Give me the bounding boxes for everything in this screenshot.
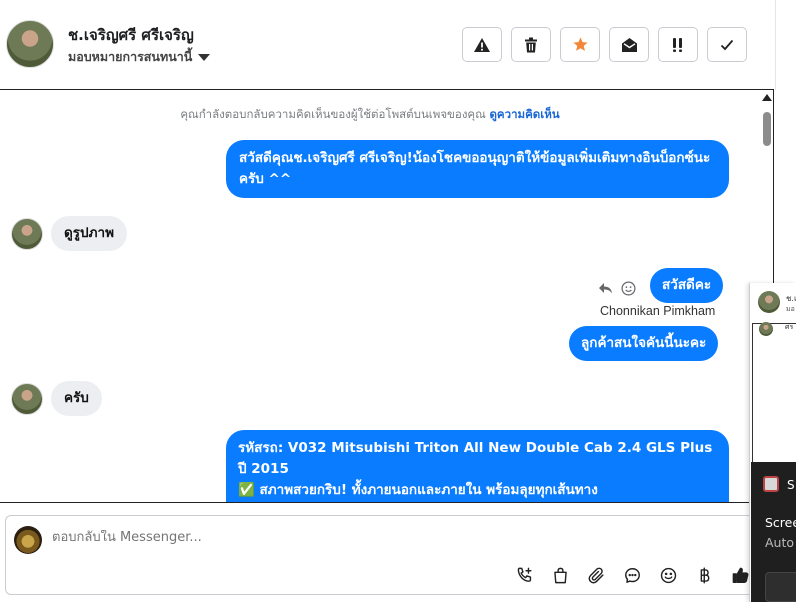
- notification-subtext: Auto: [765, 535, 795, 550]
- report-spam-button[interactable]: [462, 27, 502, 62]
- phone-add-icon[interactable]: [512, 563, 536, 587]
- notification-text: Scree: [765, 515, 796, 530]
- message-thread[interactable]: คุณกำลังตอบกลับความคิดเห็นของผู้ใช้ต่อโพ…: [0, 89, 774, 503]
- scroll-up-arrow-icon[interactable]: [762, 94, 772, 101]
- message-line: รหัสรถ: V032 Mitsubishi Triton All New D…: [238, 440, 713, 477]
- app-icon: [763, 476, 779, 492]
- baht-icon[interactable]: [692, 563, 716, 587]
- outgoing-message[interactable]: ลูกค้าสนใจคันนี้นะคะ: [569, 326, 719, 361]
- conversation-header: ช.เจริญศรี ศรีเจริญ มอบหมายการสนทนานี้: [0, 0, 776, 90]
- outgoing-message[interactable]: สวัสดีคุณช.เจริญศรี ศรีเจริญ!น้องโชคขออน…: [226, 140, 729, 198]
- customer-avatar[interactable]: [11, 218, 43, 250]
- mark-unread-button[interactable]: [609, 27, 649, 62]
- reply-composer: [5, 515, 760, 595]
- mark-done-button[interactable]: [707, 27, 747, 62]
- reply-icon[interactable]: [598, 281, 613, 300]
- secondary-subtitle: มอ: [786, 305, 795, 313]
- star-icon: [572, 37, 588, 51]
- page-avatar: [14, 526, 42, 554]
- outgoing-message[interactable]: สวัสดีคะ: [650, 268, 724, 303]
- message-actions: [598, 281, 636, 300]
- chat-bubble-icon[interactable]: [620, 563, 644, 587]
- check-icon: [720, 39, 734, 50]
- sender-name: Chonnikan Pimkham: [600, 304, 716, 318]
- delete-button[interactable]: [511, 27, 551, 62]
- paperclip-icon[interactable]: [584, 563, 608, 587]
- contact-name[interactable]: ช.เจริญศรี ศรีเจริญ: [68, 23, 194, 47]
- contact-avatar[interactable]: [6, 20, 54, 68]
- divider: [775, 0, 776, 90]
- composer-tools: [512, 563, 752, 587]
- view-comment-link[interactable]: ดูความคิดเห็น: [489, 107, 559, 121]
- notification-title: S: [787, 478, 795, 492]
- secondary-mini-avatar: [759, 322, 773, 336]
- secondary-thread: [752, 323, 796, 465]
- messenger-inbox-window: ช.เจริญศรี ศรีเจริญ มอบหมายการสนทนานี้ ค…: [0, 0, 796, 602]
- assign-conversation-dropdown[interactable]: มอบหมายการสนทนานี้: [68, 47, 211, 67]
- caret-down-icon: [198, 53, 211, 61]
- priority-icon: [673, 37, 682, 52]
- open-envelope-icon: [621, 37, 637, 52]
- assign-conversation-label: มอบหมายการสนทนานี้: [68, 49, 193, 64]
- warning-icon: [474, 37, 490, 52]
- incoming-message[interactable]: ครับ: [51, 381, 102, 416]
- notice-text: คุณกำลังตอบกลับความคิดเห็นของผู้ใช้ต่อโพ…: [180, 107, 486, 121]
- customer-avatar[interactable]: [11, 383, 43, 415]
- react-emoji-icon[interactable]: [621, 281, 636, 300]
- message-line: ✅ สภาพสวยกริบ! ทั้งภายนอกและภายใน พร้อมล…: [238, 482, 598, 498]
- scroll-thumb[interactable]: [763, 112, 771, 146]
- outgoing-message[interactable]: รหัสรถ: V032 Mitsubishi Triton All New D…: [226, 430, 729, 502]
- shopping-bag-icon[interactable]: [548, 563, 572, 587]
- incoming-message[interactable]: ดูรูปภาพ: [51, 216, 127, 251]
- trash-icon: [525, 37, 537, 52]
- comment-reply-notice: คุณกำลังตอบกลับความคิดเห็นของผู้ใช้ต่อโพ…: [0, 106, 740, 124]
- star-button[interactable]: [560, 27, 600, 62]
- secondary-mini-text: ศร: [785, 323, 794, 331]
- screenshot-notification[interactable]: S Scree Auto: [751, 462, 796, 602]
- follow-up-button[interactable]: [658, 27, 698, 62]
- reply-input[interactable]: [52, 530, 452, 545]
- emoji-icon[interactable]: [656, 563, 680, 587]
- conversation-actions: [462, 27, 747, 62]
- notification-button[interactable]: [765, 572, 796, 602]
- secondary-avatar: [758, 291, 780, 313]
